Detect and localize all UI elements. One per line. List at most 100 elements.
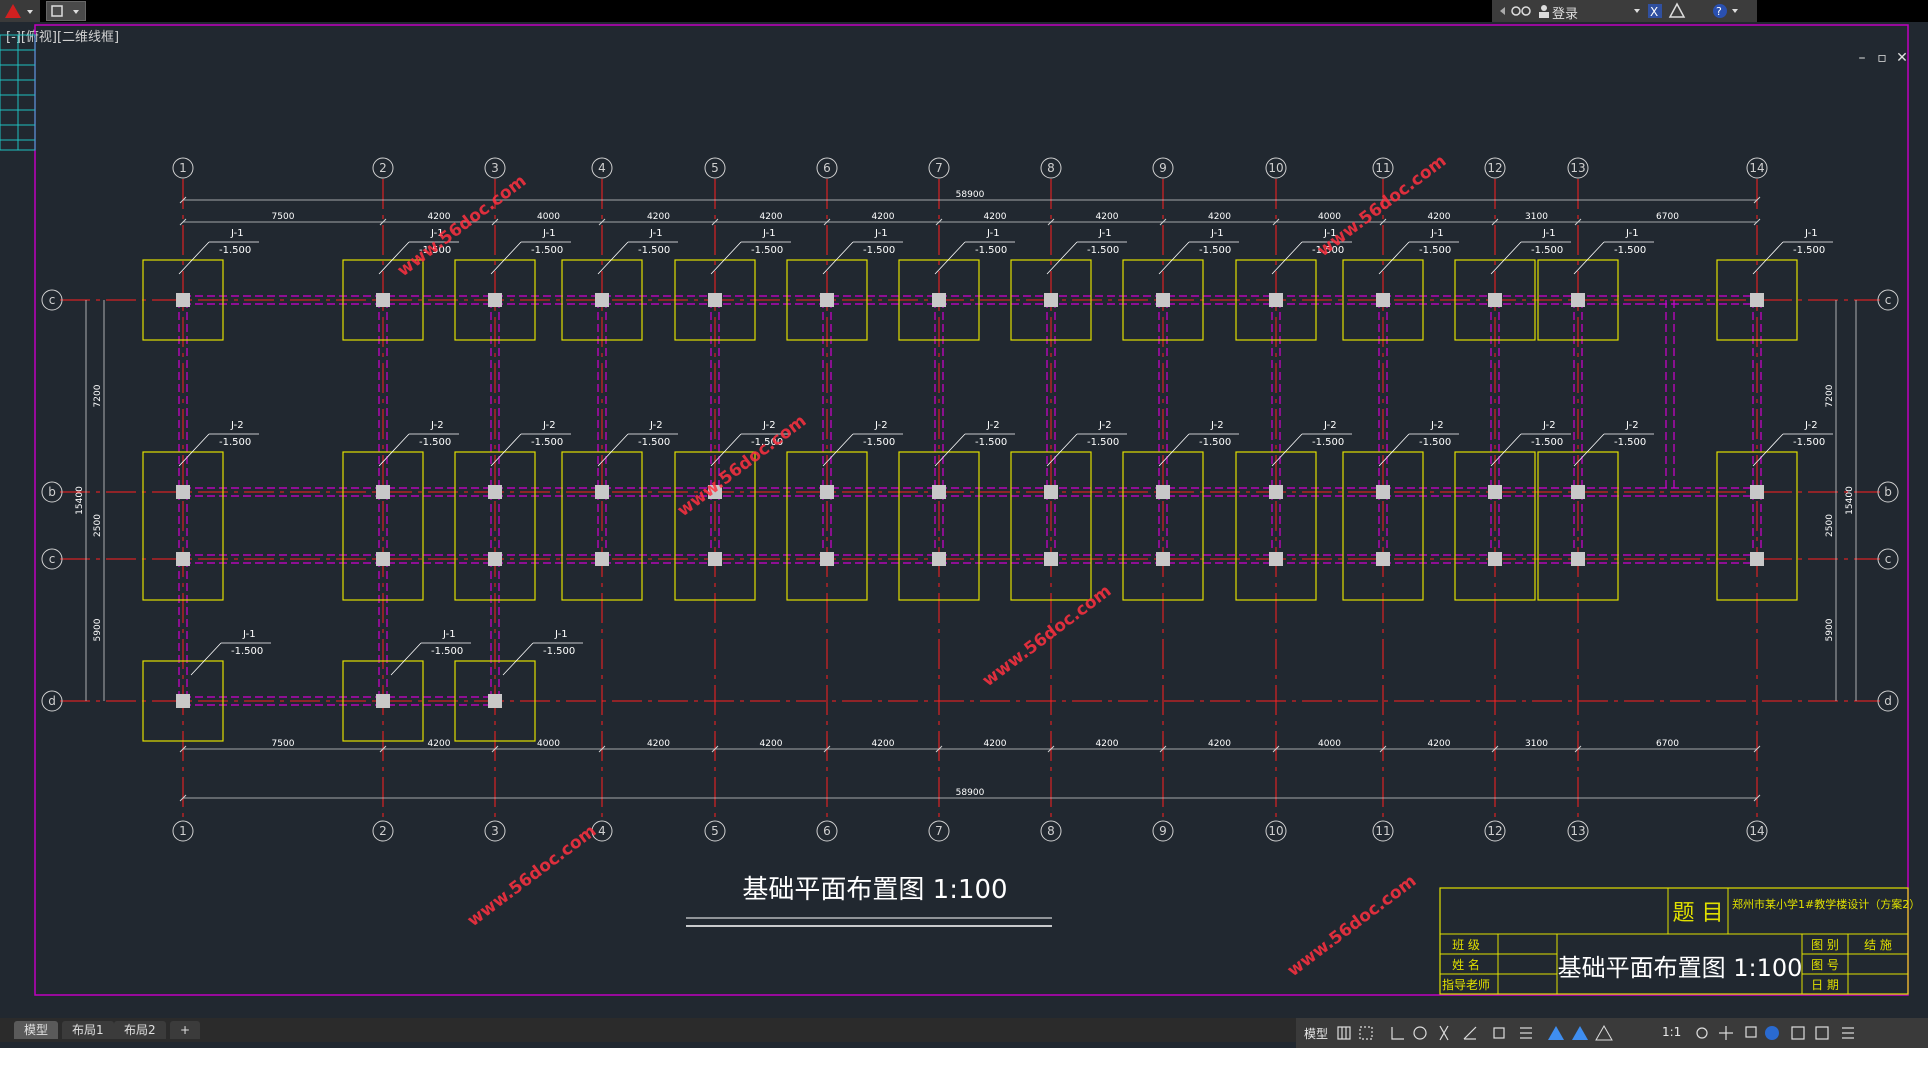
column [488, 293, 502, 307]
title-block-right-label: 图 号 [1811, 958, 1839, 972]
footing-elevation: -1.500 [1614, 245, 1646, 256]
title-block-category: 结 施 [1864, 938, 1892, 952]
grid-bubble-row-label: c [1885, 552, 1892, 566]
grid-bubble-col-label: 10 [1268, 161, 1283, 175]
column [1376, 293, 1390, 307]
dimension-text: 4000 [1318, 739, 1341, 749]
tab-layout2[interactable]: 布局2 [114, 1021, 166, 1039]
grid-bubble-col-label: 7 [935, 161, 943, 175]
footing-elevation: -1.500 [975, 437, 1007, 448]
dimension-text: 4200 [984, 739, 1007, 749]
footing-label: J-1 [1804, 228, 1818, 239]
command-line-area[interactable] [0, 1048, 1928, 1066]
drafting-tools-icons [1337, 1024, 1613, 1041]
column [1269, 485, 1283, 499]
dimension-text: 4200 [647, 212, 670, 222]
grid-bubble-row-label: d [48, 694, 56, 708]
save-dropdown-icon [51, 5, 79, 17]
dimension-text: 2500 [1825, 514, 1835, 537]
column [595, 552, 609, 566]
dimension-text: 4200 [647, 739, 670, 749]
grid-bubble-col-label: 2 [379, 161, 387, 175]
grid-bubble-row-label: c [1885, 293, 1892, 307]
footing-elevation: -1.500 [863, 245, 895, 256]
footing-elevation: -1.500 [638, 245, 670, 256]
column [1488, 293, 1502, 307]
grid-bubble-col-label: 3 [491, 161, 499, 175]
footing-label: J-2 [1430, 420, 1444, 431]
grid-bubble-row-label: c [49, 293, 56, 307]
dimension-text: 4000 [1318, 212, 1341, 222]
dimension-text: 6700 [1656, 739, 1679, 749]
column [595, 485, 609, 499]
footing-elevation: -1.500 [219, 245, 251, 256]
footing-elevation: -1.500 [1793, 437, 1825, 448]
search-binoculars-icon [1500, 5, 1549, 18]
dimension-text: 7500 [272, 212, 295, 222]
grid-bubble-col-label: 11 [1375, 161, 1390, 175]
footing-elevation: -1.500 [863, 437, 895, 448]
dimension-text: 3100 [1525, 212, 1548, 222]
footing-elevation: -1.500 [1312, 437, 1344, 448]
footing-label: J-1 [1098, 228, 1112, 239]
footing-elevation: -1.500 [431, 646, 463, 657]
footing-elevation: -1.500 [975, 245, 1007, 256]
grid-bubble-col-label: 1 [179, 824, 187, 838]
column [1156, 293, 1170, 307]
tab-layout1[interactable]: 布局1 [62, 1021, 114, 1039]
title-block-project: 郑州市某小学1#教学楼设计（方案2） [1732, 897, 1920, 911]
drawing-viewport[interactable]: [-][俯视][二维线框] – ▫ ✕ J-1 -1.500 J-2 -1.500 J-… [0, 22, 1928, 1018]
column [932, 485, 946, 499]
column [1571, 293, 1585, 307]
leader-line [502, 642, 534, 676]
footing-label: J-1 [649, 228, 663, 239]
column [488, 694, 502, 708]
grid-bubble-col-label: 5 [711, 161, 719, 175]
signin-label[interactable]: 登录 [1552, 3, 1578, 22]
footing-label: J-1 [554, 629, 568, 640]
model-space-button[interactable]: 模型 [1304, 1025, 1328, 1042]
grid-bubble-col-label: 9 [1159, 161, 1167, 175]
footing-elevation: -1.500 [219, 437, 251, 448]
column [1571, 485, 1585, 499]
drawing-frame [34, 24, 1909, 996]
grid-bubble-col-label: 14 [1749, 161, 1764, 175]
tab-add[interactable]: + [170, 1021, 201, 1039]
application-menu-button[interactable] [0, 0, 40, 22]
signin-toolbar[interactable]: 登录 X ? [1492, 0, 1757, 22]
footing-label: J-2 [1323, 420, 1337, 431]
column [176, 485, 190, 499]
column [595, 293, 609, 307]
dimension-total: 15400 [75, 486, 85, 515]
grid-bubble-col-label: 2 [379, 824, 387, 838]
column [1269, 552, 1283, 566]
grid-bubble-col-label: 8 [1047, 161, 1055, 175]
dimension-text: 2500 [93, 514, 103, 537]
dimension-text: 4200 [872, 212, 895, 222]
title-block-row-label: 指导老师 [1442, 977, 1490, 992]
dimension-text: 4000 [537, 212, 560, 222]
footing-label: J-1 [1210, 228, 1224, 239]
annotation-scale[interactable]: 1:1 [1662, 1025, 1681, 1039]
dimension-text: 4200 [428, 212, 451, 222]
footing-label: J-1 [230, 228, 244, 239]
footing-elevation: -1.500 [1199, 437, 1231, 448]
grid-bubble-col-label: 4 [598, 161, 606, 175]
watermark-text: www.56doc.com [464, 821, 601, 931]
dimension-text: 4200 [872, 739, 895, 749]
footing-elevation: -1.500 [1793, 245, 1825, 256]
footing-label: J-1 [986, 228, 1000, 239]
column [820, 293, 834, 307]
title-block-row-label: 姓 名 [1452, 957, 1480, 972]
dimension-text: 4200 [1096, 212, 1119, 222]
tab-model[interactable]: 模型 [14, 1021, 59, 1039]
column [488, 552, 502, 566]
quick-access-save-dropdown[interactable] [46, 1, 86, 21]
grid-bubble-row-label: b [48, 485, 56, 499]
autocad-logo-icon [5, 4, 33, 18]
column [1750, 552, 1764, 566]
footing-elevation: -1.500 [1531, 437, 1563, 448]
footing-label: J-2 [1804, 420, 1818, 431]
grid-bubble-row-label: c [49, 552, 56, 566]
grid-bubble-col-label: 13 [1570, 824, 1585, 838]
